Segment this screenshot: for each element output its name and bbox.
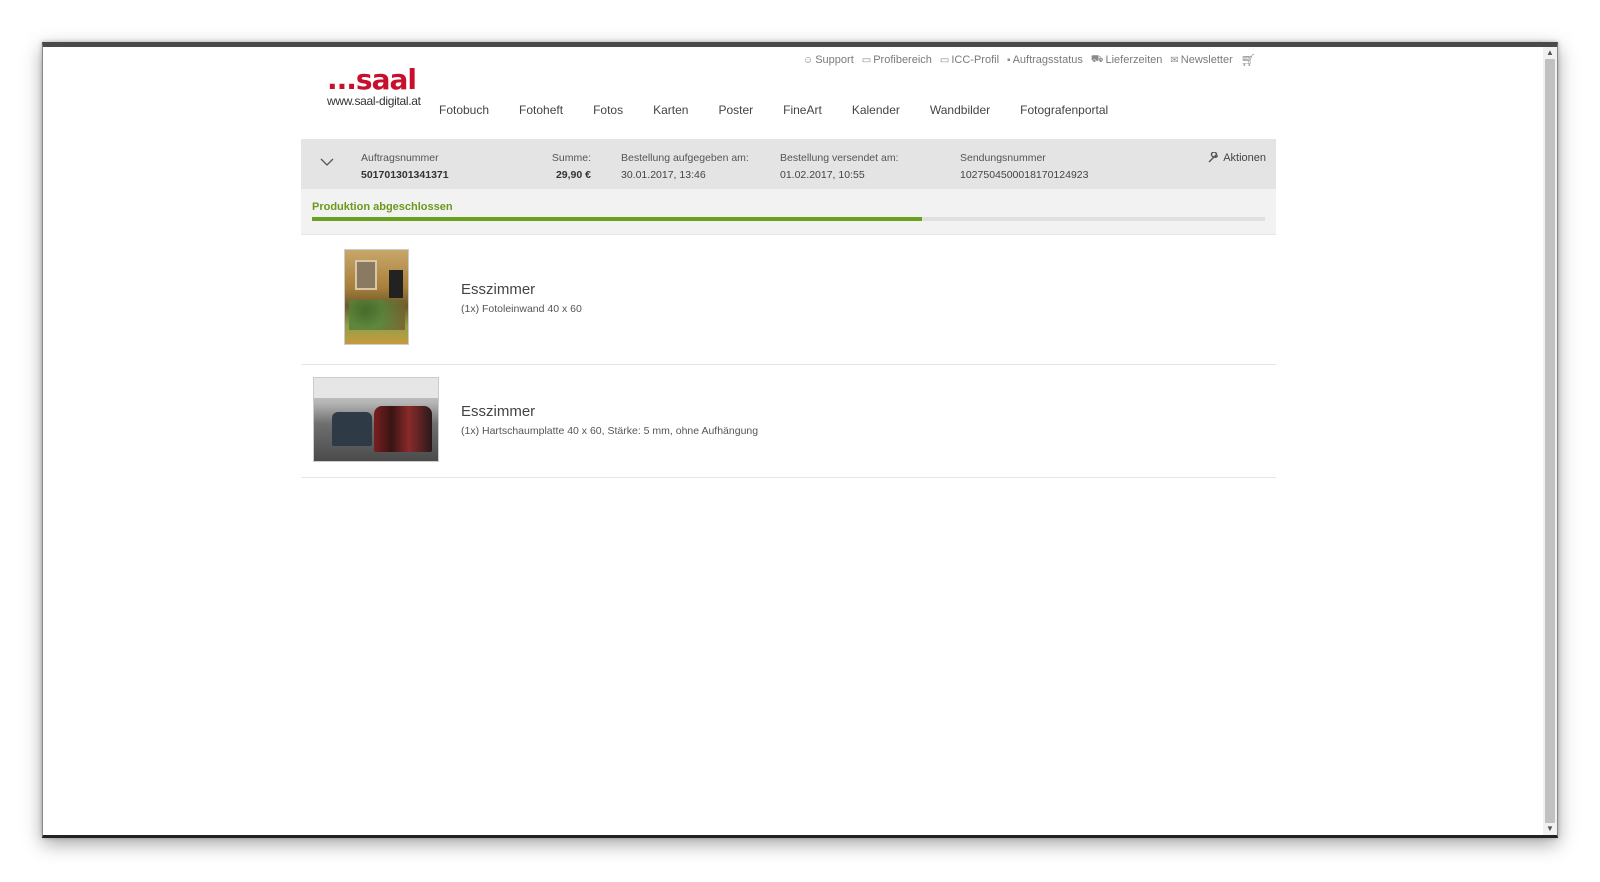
order-tracking-label: Sendungsnummer [960,152,1046,164]
order-summary-bar: Auftragsnummer 501701301341371 Summe: 29… [301,139,1276,189]
nav-fotografenportal[interactable]: Fotografenportal [1020,103,1108,117]
profi-icon: ▭ [861,54,872,66]
product-thumbnail[interactable] [344,249,409,345]
list-item: Esszimmer (1x) Hartschaumplatte 40 x 60,… [301,365,1276,478]
order-placed-value: 30.01.2017, 13:46 [621,169,706,181]
order-shipped-label: Bestellung versendet am: [780,152,899,164]
logo-url: www.saal-digital.at [327,94,421,108]
logo-brand: ...saal [327,63,417,96]
scroll-up-arrow-icon[interactable]: ▲ [1543,47,1557,59]
nav-karten[interactable]: Karten [653,103,688,117]
order-placed-label: Bestellung aufgegeben am: [621,152,749,164]
icc-icon: ▭ [939,54,950,66]
order-placed-group: Bestellung aufgegeben am: 30.01.2017, 13… [621,150,749,184]
order-number-label: Auftragsnummer [361,152,439,164]
truck-icon: ⛟ [1090,53,1104,65]
vertical-scrollbar[interactable]: ▲ ▼ [1543,47,1557,835]
production-status-label: Produktion abgeschlossen [312,201,453,213]
item-title: Esszimmer [461,403,536,420]
order-shipped-group: Bestellung versendet am: 01.02.2017, 10:… [780,150,898,184]
order-number-value: 501701301341371 [361,169,449,181]
scrollbar-thumb[interactable] [1545,59,1555,823]
order-sum-label: Summe: [551,152,591,164]
saal-logo[interactable]: ...saal www.saal-digital.at [327,63,427,108]
cart-icon[interactable]: 🛒︎ [1241,53,1256,67]
support-icon: ☺ [803,54,814,66]
item-title: Esszimmer [461,281,536,298]
order-shipped-value: 01.02.2017, 10:55 [780,169,865,181]
order-tracking-group: Sendungsnummer 1027504500018170124923 [960,150,1088,184]
nav-fotobuch[interactable]: Fotobuch [439,103,489,117]
list-item: Esszimmer (1x) Fotoleinwand 40 x 60 [301,235,1276,365]
order-sum-group: Summe: 29,90 € [551,150,591,184]
item-description: (1x) Fotoleinwand 40 x 60 [461,303,582,315]
item-description: (1x) Hartschaumplatte 40 x 60, Stärke: 5… [461,425,759,437]
nav-fineart[interactable]: FineArt [783,103,822,117]
actions-label: Aktionen [1223,152,1266,164]
progress-track [312,217,1265,221]
newsletter-link[interactable]: ✉ Newsletter [1170,53,1232,67]
chevron-down-icon[interactable] [319,154,335,170]
actions-button[interactable]: Aktionen [1207,152,1266,164]
product-thumbnail[interactable] [313,377,439,462]
status-icon: ▪ [1007,54,1011,66]
nav-wandbilder[interactable]: Wandbilder [930,103,990,117]
nav-fotos[interactable]: Fotos [593,103,623,117]
nav-poster[interactable]: Poster [718,103,753,117]
icc-profil-link[interactable]: ▭ ICC-Profil [940,53,999,67]
auftragsstatus-link[interactable]: ▪ Auftragsstatus [1007,53,1083,67]
wrench-icon [1208,152,1219,163]
profibereich-link[interactable]: ▭ Profibereich [862,53,932,67]
progress-fill [312,217,922,221]
mail-icon: ✉ [1170,54,1179,66]
support-link[interactable]: ☺ Support [803,53,854,67]
browser-window: ☺ Support ▭ Profibereich ▭ ICC-Profil ▪ Auft… [42,42,1558,838]
order-number-group: Auftragsnummer 501701301341371 [361,150,449,184]
main-nav: Fotobuch Fotoheft Fotos Karten Poster Fi… [439,103,1138,117]
nav-kalender[interactable]: Kalender [852,103,900,117]
order-sum-value: 29,90 € [555,169,591,181]
scroll-down-arrow-icon[interactable]: ▼ [1543,823,1557,835]
order-tracking-value[interactable]: 1027504500018170124923 [960,167,1088,184]
top-utility-nav: ☺ Support ▭ Profibereich ▭ ICC-Profil ▪ Auft… [803,53,1256,67]
lieferzeiten-link[interactable]: ⛟ Lieferzeiten [1091,53,1162,67]
nav-fotoheft[interactable]: Fotoheft [519,103,563,117]
production-status: Produktion abgeschlossen [301,189,1276,235]
